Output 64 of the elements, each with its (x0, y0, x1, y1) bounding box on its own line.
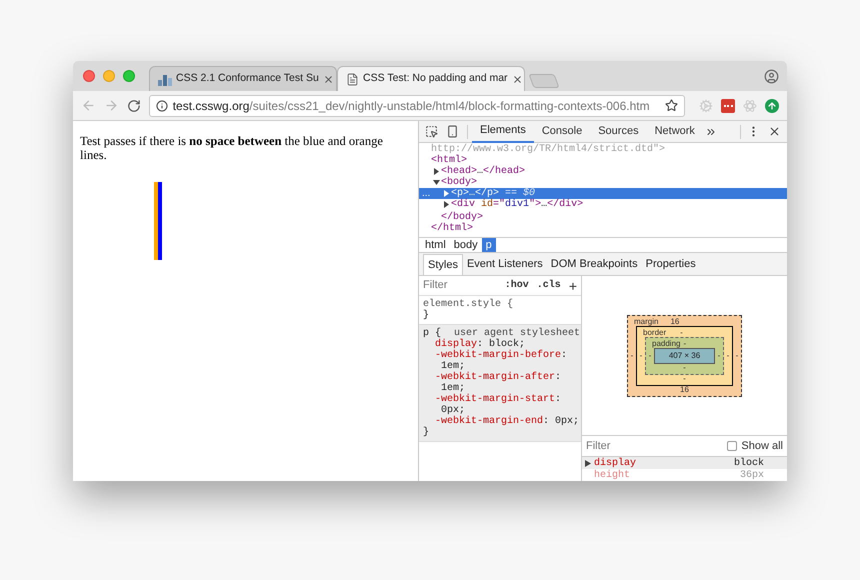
dom-tree-line[interactable]: <head>…</head> (419, 166, 787, 177)
styles-filter-field[interactable]: Filter (423, 277, 493, 294)
dom-node-markup: <div id="div1">…</div> (451, 198, 584, 212)
css-declaration: -webkit-margin-before: 1em; (434, 350, 568, 372)
dom-node-markup: <head>…</head> (441, 164, 526, 177)
content-box: 407 × 36 (654, 348, 715, 364)
devtools-panel-tab[interactable]: Network (646, 120, 703, 142)
test-instructions: Test passes if there is no space between the blue and orange lines. (80, 134, 384, 162)
dom-tree-line[interactable]: <body> (419, 177, 787, 188)
css-declaration: -webkit-margin-start: 0px; (434, 394, 562, 416)
dom-closing-tag: </html> (419, 221, 787, 232)
address-field[interactable]: test.csswg.org/suites/css21_dev/nightly-unstable/html4/block-formatting-contexts-006.htm (148, 94, 686, 116)
rule-closing-brace: } (423, 310, 430, 321)
padding-bottom-value: - (683, 364, 686, 372)
computed-filter-field[interactable]: Filter (586, 438, 666, 454)
border-left-value: - (640, 352, 642, 360)
devtools-panel-tab[interactable]: Sources (590, 120, 647, 142)
border-top-value: - (680, 328, 683, 336)
dom-closing-tag: </body> (419, 210, 787, 221)
url-text: test.csswg.org/suites/css21_dev/nightly-unstable/html4/block-formatting-contexts-006.htm (172, 98, 651, 114)
browser-tab[interactable]: CSS 2.1 Conformance Test Su (149, 66, 337, 91)
hover-state-toggle[interactable]: :hov (504, 278, 529, 293)
border-bottom-value: - (683, 374, 686, 382)
box-label: border (643, 328, 666, 336)
sidebar-tab[interactable]: Properties (642, 254, 700, 275)
devtools-panel-tab[interactable]: Console (534, 120, 590, 142)
sidebar-tab[interactable]: Styles (423, 254, 463, 275)
css-declaration: display: block; (434, 339, 526, 350)
css-declaration: -webkit-margin-end: 0px; (434, 416, 580, 427)
tab-title: CSS 2.1 Conformance Test Su (176, 71, 319, 86)
css-declaration: -webkit-margin-after: 1em; (434, 372, 562, 394)
dom-node-markup: <html> (431, 154, 468, 166)
margin-left-value: - (630, 352, 634, 360)
sidebar-tab[interactable]: Event Listeners (462, 254, 547, 275)
computed-property-row[interactable]: display block (582, 457, 787, 469)
selected-node-marker: == $0 (505, 186, 536, 199)
rule-closing-brace: } (423, 427, 430, 438)
breadcrumb-item[interactable]: body (450, 238, 482, 252)
show-all-label: Show all (741, 438, 783, 454)
margin-right-value: - (736, 352, 738, 360)
sidebar-tab[interactable]: DOM Breakpoints (546, 254, 642, 275)
rule-selector: p { (423, 328, 442, 339)
class-toggle[interactable]: .cls (536, 278, 561, 293)
rule-selector: element.style { (423, 299, 514, 310)
box-label: padding (652, 340, 680, 348)
margin-top-value: 16 (670, 318, 680, 326)
new-rule-button[interactable]: + (568, 278, 577, 292)
padding-right-value: - (718, 352, 720, 360)
dom-node-markup: http://www.w3.org/TR/html4/strict.dtd"> (431, 143, 666, 155)
dom-node-markup: <body> (441, 176, 478, 188)
padding-top-value: - (683, 340, 686, 348)
breadcrumb-item[interactable]: p (482, 238, 496, 252)
border-right-value: - (726, 352, 730, 360)
box-label: margin (634, 318, 658, 326)
browser-tab[interactable]: CSS Test: No padding and mar (337, 66, 525, 91)
breadcrumb-item[interactable]: html (421, 238, 450, 252)
tab-title: CSS Test: No padding and mar (363, 71, 508, 86)
padding-left-value: - (648, 352, 652, 360)
dom-tree-line[interactable]: <html> (419, 155, 787, 166)
more-actions-dots[interactable]: ... (422, 186, 430, 201)
rule-source: user agent stylesheet (454, 328, 580, 339)
dom-node-markup: <p>…</p> (451, 187, 500, 199)
dom-tree-line[interactable]: <div id="div1">…</div> (419, 199, 787, 210)
margin-bottom-value: 16 (680, 386, 689, 394)
